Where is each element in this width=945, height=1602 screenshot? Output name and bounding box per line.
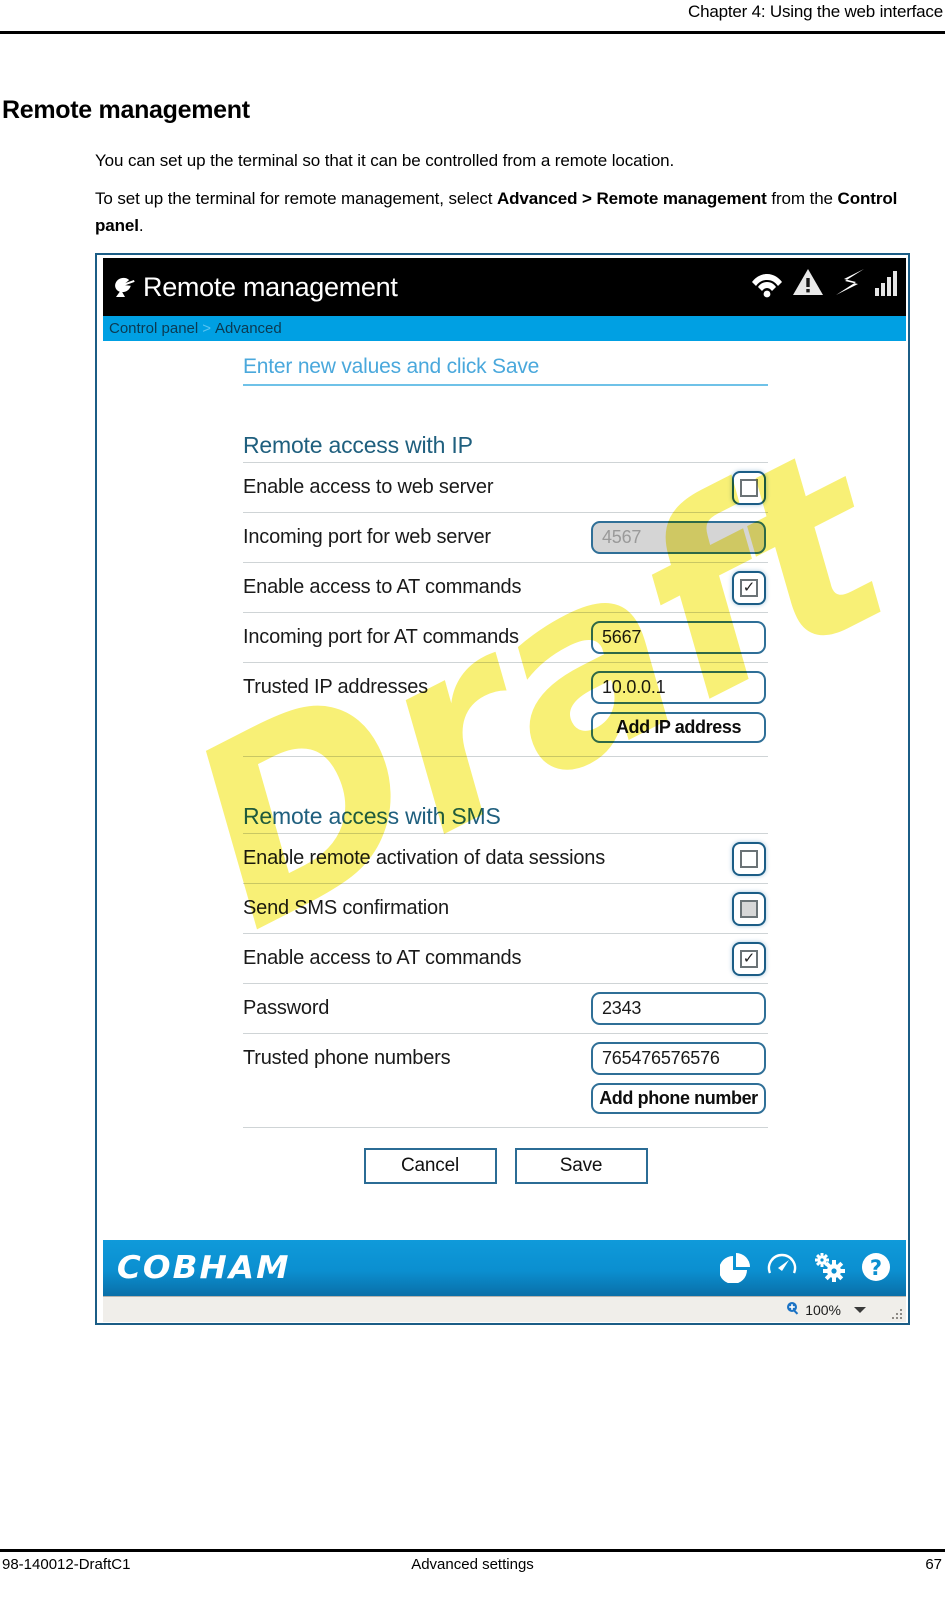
input-trusted-phone-numbers[interactable]: 765476576576 bbox=[591, 1042, 766, 1075]
checkbox-send-sms-confirmation[interactable] bbox=[732, 891, 766, 926]
label-trusted-phone-numbers: Trusted phone numbers bbox=[243, 1047, 451, 1069]
ui-titlebar: Remote management bbox=[103, 258, 906, 316]
page-header: Chapter 4: Using the web interface bbox=[0, 0, 945, 34]
zoom-control[interactable]: 100% bbox=[786, 1301, 866, 1318]
checkbox-mark: ✓ bbox=[740, 578, 758, 597]
save-button[interactable]: Save bbox=[514, 1148, 648, 1184]
add-phone-number-button[interactable]: Add phone number bbox=[591, 1083, 766, 1114]
label-enable-web-server: Enable access to web server bbox=[243, 476, 494, 498]
page-title: Remote management bbox=[2, 96, 250, 124]
window-resize-grip[interactable] bbox=[890, 1307, 902, 1319]
row-send-sms-confirmation: Send SMS confirmation bbox=[243, 884, 768, 934]
settings-gears-icon[interactable] bbox=[812, 1251, 846, 1283]
row-add-phone: Add phone number bbox=[243, 1083, 768, 1128]
row-enable-web-server: Enable access to web server bbox=[243, 463, 768, 513]
checkbox-mark bbox=[740, 899, 758, 918]
input-password[interactable]: 2343 bbox=[591, 992, 766, 1025]
label-trusted-ip: Trusted IP addresses bbox=[243, 676, 428, 698]
add-ip-address-button[interactable]: Add IP address bbox=[591, 712, 766, 743]
running-head: Chapter 4: Using the web interface bbox=[688, 2, 943, 21]
input-trusted-ip[interactable]: 10.0.0.1 bbox=[591, 671, 766, 704]
label-enable-at-sms: Enable access to AT commands bbox=[243, 947, 522, 969]
cobham-logo: COBHAM bbox=[116, 1250, 291, 1286]
footer-section: Advanced settings bbox=[411, 1556, 534, 1573]
row-enable-remote-activation: Enable remote activation of data session… bbox=[243, 834, 768, 884]
checkbox-mark bbox=[740, 478, 758, 497]
label-send-sms-confirmation: Send SMS confirmation bbox=[243, 897, 449, 919]
label-port-web-server: Incoming port for web server bbox=[243, 526, 491, 548]
section-heading-sms: Remote access with SMS bbox=[243, 803, 768, 834]
checkbox-mark: ✓ bbox=[740, 949, 758, 968]
page-number: 67 bbox=[925, 1556, 942, 1573]
ui-footer-bar: COBHAM ? bbox=[103, 1240, 906, 1296]
form-actions: Cancel Save bbox=[243, 1148, 768, 1184]
input-port-web-server[interactable]: 4567 bbox=[591, 521, 766, 554]
checkbox-enable-at-sms[interactable]: ✓ bbox=[732, 941, 766, 976]
checkbox-mark bbox=[740, 849, 758, 868]
satellite-link-icon bbox=[832, 267, 866, 297]
form-intro-heading: Enter new values and click Save bbox=[243, 355, 768, 386]
label-enable-remote-activation: Enable remote activation of data session… bbox=[243, 847, 606, 869]
footer-icon-group: ? bbox=[720, 1251, 892, 1283]
input-port-at-commands[interactable]: 5667 bbox=[591, 621, 766, 654]
row-port-web-server: Incoming port for web server 4567 bbox=[243, 513, 768, 563]
remote-management-form: Enter new values and click Save Remote a… bbox=[243, 355, 768, 1184]
ui-breadcrumb[interactable]: Control panel > Advanced bbox=[103, 316, 906, 341]
section-heading-ip: Remote access with IP bbox=[243, 432, 768, 463]
row-port-at-commands: Incoming port for AT commands 5667 bbox=[243, 613, 768, 663]
para2-part-c: from the bbox=[766, 189, 838, 208]
zoom-level-label: 100% bbox=[805, 1301, 841, 1318]
checkbox-enable-at-ip[interactable]: ✓ bbox=[732, 570, 766, 605]
zoom-dropdown-caret-icon[interactable] bbox=[854, 1306, 866, 1313]
row-password: Password 2343 bbox=[243, 984, 768, 1034]
para2-part-a: To set up the terminal for remote manage… bbox=[95, 189, 497, 208]
satellite-dish-icon bbox=[111, 272, 141, 302]
paragraph-navigation: To set up the terminal for remote manage… bbox=[95, 185, 915, 239]
checkbox-enable-web-server[interactable] bbox=[732, 470, 766, 505]
row-trusted-ip: Trusted IP addresses 10.0.0.1 bbox=[243, 663, 768, 712]
breadcrumb-separator: > bbox=[202, 320, 211, 337]
checkbox-enable-remote-activation[interactable] bbox=[732, 841, 766, 876]
zoom-magnifier-icon bbox=[786, 1301, 800, 1318]
label-password: Password bbox=[243, 997, 330, 1019]
pie-chart-icon[interactable] bbox=[720, 1251, 752, 1283]
ui-status-icons bbox=[750, 266, 900, 298]
signal-bars-icon bbox=[874, 267, 900, 297]
ui-content: Enter new values and click Save Remote a… bbox=[103, 341, 906, 1240]
paragraph-intro: You can set up the terminal so that it c… bbox=[95, 151, 675, 170]
breadcrumb-root[interactable]: Control panel bbox=[109, 320, 198, 337]
row-trusted-phone-numbers: Trusted phone numbers 765476576576 bbox=[243, 1034, 768, 1083]
help-icon[interactable]: ? bbox=[860, 1251, 892, 1283]
ui-title-text: Remote management bbox=[143, 271, 398, 302]
browser-status-bar: 100% bbox=[103, 1296, 906, 1322]
cancel-button[interactable]: Cancel bbox=[363, 1148, 497, 1184]
gauge-icon[interactable] bbox=[766, 1251, 798, 1283]
row-add-ip: Add IP address bbox=[243, 712, 768, 757]
row-enable-at-ip: Enable access to AT commands ✓ bbox=[243, 563, 768, 613]
svg-text:?: ? bbox=[870, 1256, 882, 1280]
warning-icon bbox=[792, 267, 824, 297]
breadcrumb-current[interactable]: Advanced bbox=[215, 320, 282, 337]
header-rule bbox=[0, 31, 945, 34]
para2-part-e: . bbox=[138, 216, 144, 235]
footer-rule bbox=[0, 1549, 945, 1552]
row-enable-at-sms: Enable access to AT commands ✓ bbox=[243, 934, 768, 984]
screenshot-figure: Remote management Control panel > Advanc… bbox=[95, 253, 910, 1325]
page-footer: 98-140012-DraftC1 Advanced settings 67 bbox=[0, 1556, 945, 1586]
wifi-icon bbox=[750, 266, 784, 298]
label-enable-at-ip: Enable access to AT commands bbox=[243, 576, 522, 598]
label-port-at-commands: Incoming port for AT commands bbox=[243, 626, 519, 648]
para2-menu-path: Advanced > Remote management bbox=[496, 189, 767, 208]
